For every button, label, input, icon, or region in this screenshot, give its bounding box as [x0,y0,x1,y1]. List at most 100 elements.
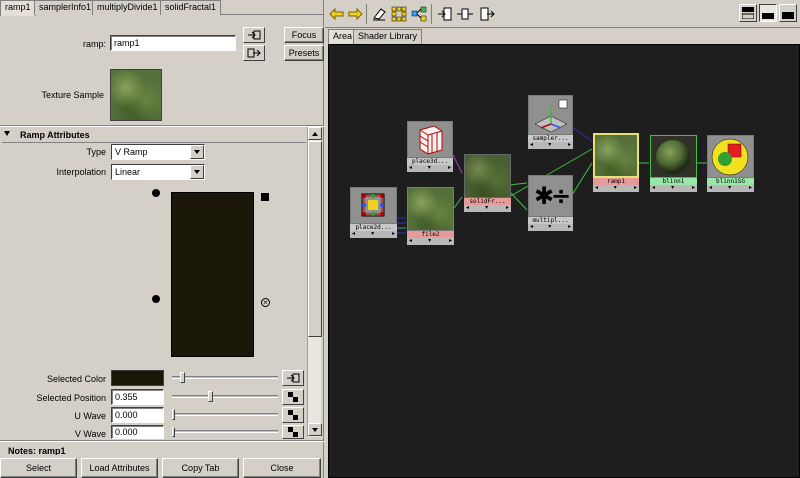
go-to-output-button[interactable] [243,45,265,61]
u-wave-slider-thumb[interactable] [172,409,175,420]
scroll-thumb[interactable] [308,141,322,337]
node-ports[interactable]: ▾ [650,185,697,192]
scroll-up-button[interactable] [308,127,322,140]
tab-ramp1[interactable]: ramp1 [0,0,36,16]
selected-position-field[interactable]: 0.355 [111,389,164,405]
ramp-color-handle-mid[interactable] [152,295,160,303]
node-solidfractal[interactable]: solidFr... ▾ [464,154,511,212]
checker-icon [288,427,298,437]
node-ports[interactable]: ▾ [528,142,573,149]
node-thumbnail [650,135,697,178]
notes-separator [0,440,324,442]
u-wave-field[interactable]: 0.000 [111,407,164,423]
checker-icon [288,392,298,402]
node-thumbnail [464,154,511,198]
node-label: blinn1 [650,178,697,185]
place3d-cube-icon [419,125,443,155]
presets-button[interactable]: Presets [284,45,324,61]
layout-bottom-button[interactable] [779,4,797,22]
ramp-name-field[interactable]: ramp1 [110,35,236,51]
copy-tab-button[interactable]: Copy Tab [162,458,239,478]
tab-samplerinfo1[interactable]: samplerInfo1 [34,0,97,15]
interpolation-label: Interpolation [56,167,106,177]
attribute-scrollbar[interactable] [307,127,322,437]
node-label: place3d... [407,158,453,165]
input-output-connections-icon[interactable] [457,6,473,22]
node-blinn1[interactable]: blinn1 ▾ [650,135,697,192]
header-separator [0,125,324,127]
node-ports[interactable]: ▾ [707,185,754,192]
chevron-down-icon [312,428,318,432]
grid-icon[interactable] [391,6,407,22]
go-to-input-button[interactable] [243,27,265,43]
hypershade-work-area[interactable]: place3d... ▾ place2d... ▾ file2 ▾ solidF… [328,44,800,478]
attribute-editor: ramp1 samplerInfo1 multiplyDivide1 solid… [0,0,324,478]
node-ports[interactable]: ▾ [464,205,511,212]
ramp-attributes-section[interactable]: Ramp Attributes [2,129,306,142]
ramp-name-label: ramp: [82,39,106,49]
layout-split-button[interactable] [759,4,777,22]
node-thumbnail [407,187,454,231]
v-wave-slider-thumb[interactable] [172,427,175,437]
node-place2d[interactable]: place2d... ▾ [350,187,397,238]
u-wave-map-button[interactable] [282,407,304,423]
layout-bottom-icon [782,12,794,19]
ramp-delete-handle-mid[interactable]: × [261,298,270,307]
select-button[interactable]: Select [0,458,77,478]
node-ports[interactable]: ▾ [407,165,453,172]
u-wave-slider-track[interactable] [172,413,278,416]
node-ports[interactable]: ▾ [350,231,397,238]
texture-sample-label: Texture Sample [41,90,104,100]
selected-color-map-button[interactable] [282,370,304,386]
chevron-up-icon [312,132,318,136]
node-label: solidFr... [464,198,511,205]
v-wave-field[interactable]: 0.000 [111,425,164,439]
v-wave-label: V Wave [74,429,106,439]
selected-color-slider-thumb[interactable] [180,372,185,383]
node-place3d[interactable]: place3d... ▾ [407,121,453,172]
node-blinn1sg[interactable]: blinn1SG ▾ [707,135,754,192]
ramp-color-handle-top[interactable] [152,189,160,197]
arrow-left-icon[interactable] [329,6,345,22]
tab-shader-library[interactable]: Shader Library [353,29,423,44]
node-file2[interactable]: file2 ▾ [407,187,454,245]
node-multiplydivide[interactable]: ✱÷ multipl... ▾ [528,175,573,231]
selected-color-slider-track[interactable] [172,376,278,379]
notes-label: Notes: ramp1 [8,447,66,455]
input-connections-icon[interactable] [437,6,453,22]
close-button[interactable]: Close [243,458,321,478]
node-thumbnail [407,121,453,158]
node-ports[interactable]: ▾ [593,185,639,192]
type-dropdown[interactable]: V Ramp [111,144,205,160]
node-ports[interactable]: ▾ [407,238,454,245]
tab-solidfractal1[interactable]: solidFractal1 [160,0,222,15]
type-label: Type [86,147,106,157]
tab-multiplydivide1[interactable]: multiplyDivide1 [92,0,163,15]
v-wave-slider-track[interactable] [172,430,278,433]
graph-icon[interactable] [411,6,427,22]
node-ports[interactable]: ▾ [528,224,573,231]
type-value: V Ramp [115,147,148,157]
v-wave-map-button[interactable] [282,425,304,439]
hypershade-tabs: Area Shader Library [325,29,800,45]
selected-color-swatch[interactable] [111,370,164,386]
eraser-icon[interactable] [371,6,387,22]
interpolation-value: Linear [115,167,141,177]
output-connections-icon[interactable] [479,6,495,22]
node-thumbnail: ✱ ÷ [528,175,573,217]
ramp-swatch[interactable] [171,192,254,357]
arrow-right-icon[interactable] [347,6,363,22]
selected-position-slider-thumb[interactable] [208,391,213,402]
interpolation-dropdown[interactable]: Linear [111,164,205,180]
scroll-down-button[interactable] [308,423,322,436]
texture-sample-swatch[interactable] [110,69,162,121]
load-attributes-button[interactable]: Load Attributes [81,458,158,478]
node-samplerinfo[interactable]: sampler... ▾ [528,95,573,149]
ramp-delete-handle-top[interactable] [261,193,269,201]
node-ramp1[interactable]: ramp1 ▾ [593,133,639,192]
layout-top-button[interactable] [739,4,757,22]
focus-button[interactable]: Focus [284,27,324,43]
attribute-editor-tabs: ramp1 samplerInfo1 multiplyDivide1 solid… [0,0,324,16]
selected-position-slider-track[interactable] [172,395,278,398]
selected-position-map-button[interactable] [282,389,304,405]
